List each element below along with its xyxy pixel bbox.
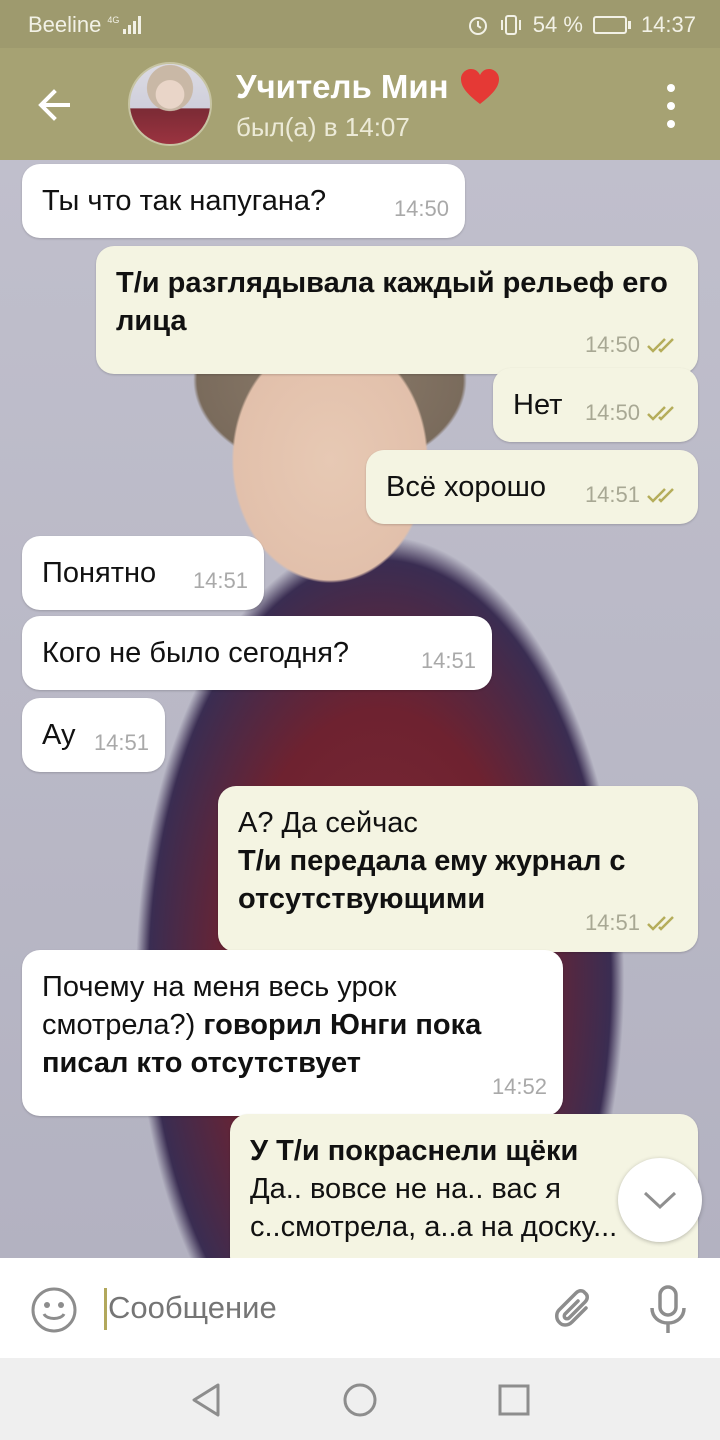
message-text-part: Ау xyxy=(42,719,76,751)
outgoing-message[interactable]: Нет 14:50 xyxy=(493,368,698,442)
outgoing-message[interactable]: Всё хорошо 14:51 xyxy=(366,450,698,524)
composer xyxy=(0,1258,720,1358)
chevron-down-icon xyxy=(643,1191,677,1210)
status-time: 14:37 xyxy=(640,12,696,37)
message-time: 14:51 xyxy=(93,730,149,755)
outgoing-message[interactable]: А? Да сейчас Т/и передала ему журнал с от… xyxy=(218,786,698,952)
message-text-part: Нет xyxy=(513,389,563,421)
double-check-icon xyxy=(647,338,674,353)
message-meta: 14:51 xyxy=(94,724,149,762)
vibrate-icon xyxy=(500,15,521,35)
microphone-icon[interactable] xyxy=(646,1284,690,1336)
arrow-left-icon[interactable] xyxy=(28,78,82,132)
message-time: 14:50 xyxy=(584,332,640,357)
message-text: У Т/и покраснели щёки Да.. вовсе не на.. … xyxy=(250,1132,678,1246)
message-meta: 14:50 xyxy=(585,394,682,432)
carrier-group: Beeline 4G xyxy=(28,12,142,38)
double-check-icon xyxy=(647,406,674,421)
chat-title[interactable]: Учитель Мин xyxy=(236,68,501,106)
text-caret xyxy=(104,1288,107,1330)
message-text: Кого не было сегодня? xyxy=(42,634,472,672)
message-meta: 14:51 xyxy=(193,562,248,600)
message-text-part: Да.. вовсе не на.. вас я с..смотрела, а.… xyxy=(250,1173,618,1243)
message-meta: 14:51 xyxy=(585,476,682,514)
message-text-part: Ты что так напугана? xyxy=(42,185,327,217)
paperclip-icon[interactable] xyxy=(552,1286,600,1334)
message-meta: 14:50 xyxy=(585,326,682,364)
message-text: А? Да сейчас Т/и передала ему журнал с от… xyxy=(238,804,678,918)
smiley-icon[interactable] xyxy=(30,1286,78,1334)
message-meta: 14:51 xyxy=(421,642,476,680)
nav-back-icon[interactable] xyxy=(186,1380,226,1420)
message-text-part: Кого не было сегодня? xyxy=(42,637,350,669)
network-type: 4G xyxy=(107,15,120,25)
heart-icon xyxy=(460,69,499,104)
nav-home-icon[interactable] xyxy=(340,1380,380,1420)
message-text-part: У Т/и покраснели щёки xyxy=(250,1135,579,1167)
message-text-part: А? Да сейчас xyxy=(238,807,418,839)
battery-percent: 54 % xyxy=(532,12,583,37)
status-bar: Beeline 4G 54 % 14:37 xyxy=(0,0,720,48)
alarm-icon xyxy=(468,17,487,35)
message-list[interactable]: Ты что так напугана? 14:50 Т/и разглядывал… xyxy=(0,160,720,1258)
message-text-part: Всё хорошо xyxy=(386,471,546,503)
message-time: 14:52 xyxy=(491,1074,547,1099)
message-time: 14:51 xyxy=(584,910,640,935)
message-meta: 14:51 xyxy=(585,904,682,942)
message-time: 14:50 xyxy=(584,400,640,425)
nav-recents-icon[interactable] xyxy=(494,1380,534,1420)
message-text-part: Т/и передала ему журнал с отсутствующими xyxy=(238,845,626,915)
message-text-part: Понятно xyxy=(42,557,157,589)
message-time: 14:51 xyxy=(420,648,476,673)
carrier-name: Beeline xyxy=(28,12,102,37)
chat-header: Учитель Мин был(а) в 14:07 xyxy=(0,48,720,160)
status-right-group: 54 % 14:37 xyxy=(467,12,696,38)
last-seen: был(а) в 14:07 xyxy=(236,112,410,142)
incoming-message[interactable]: Почему на меня весь урок смотрела?) гово… xyxy=(22,950,563,1116)
message-meta: 14:52 xyxy=(492,1068,547,1106)
incoming-message[interactable]: Кого не было сегодня? 14:51 xyxy=(22,616,492,690)
message-text: Ты что так напугана? xyxy=(42,182,445,220)
more-vert-icon[interactable] xyxy=(656,84,686,128)
incoming-message[interactable]: Понятно 14:51 xyxy=(22,536,264,610)
incoming-message[interactable]: Ау 14:51 xyxy=(22,698,165,772)
battery-icon xyxy=(592,16,631,34)
message-time: 14:50 xyxy=(393,196,449,221)
double-check-icon xyxy=(647,488,674,503)
message-text: Почему на меня весь урок смотрела?) гово… xyxy=(42,968,543,1082)
avatar[interactable] xyxy=(128,62,212,146)
message-meta: 14:50 xyxy=(394,190,449,228)
scroll-down-button[interactable] xyxy=(618,1158,702,1242)
message-input[interactable] xyxy=(108,1290,528,1326)
message-time: 14:51 xyxy=(192,568,248,593)
message-time: 14:51 xyxy=(584,482,640,507)
incoming-message[interactable]: Ты что так напугана? 14:50 xyxy=(22,164,465,238)
signal-icon: 4G xyxy=(107,15,142,34)
double-check-icon xyxy=(647,916,674,931)
outgoing-message[interactable]: Т/и разглядывала каждый рельеф его лица 1… xyxy=(96,246,698,374)
system-nav-bar xyxy=(0,1358,720,1440)
contact-name: Учитель Мин xyxy=(236,68,449,105)
